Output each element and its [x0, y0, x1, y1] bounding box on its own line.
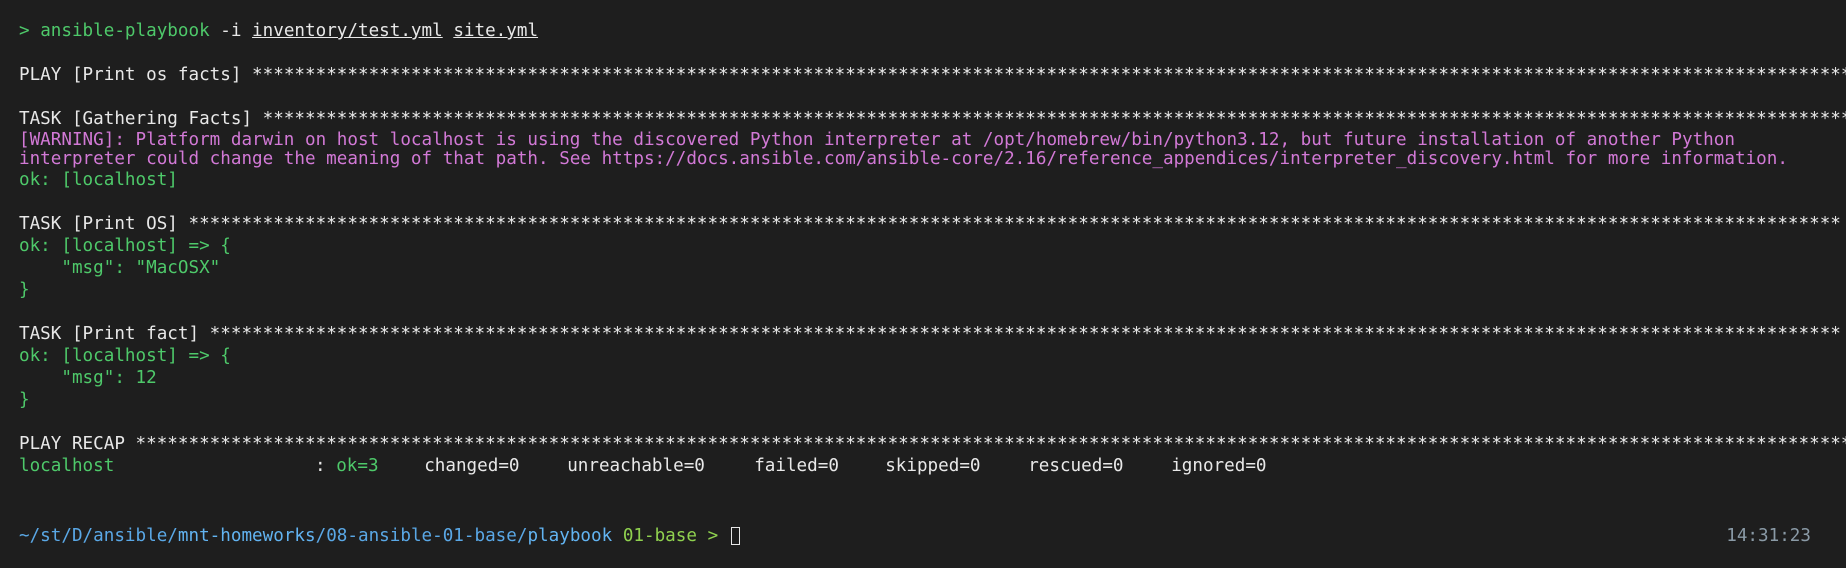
recap-host: localhost: [19, 456, 115, 476]
inventory-path[interactable]: inventory/test.yml: [252, 21, 443, 41]
task-result-line: "msg": 12: [19, 368, 157, 388]
git-branch: 01-base: [622, 526, 697, 546]
recap-skipped: skipped=0: [885, 456, 981, 476]
task-header-print-os: TASK [Print OS] ************************…: [19, 214, 1841, 234]
task-result-line: ok: [localhost] => {: [19, 346, 231, 366]
recap-failed: failed=0: [754, 456, 839, 476]
recap-row: localhost: ok=3 changed=0 unreachable=0 fai…: [19, 455, 1846, 477]
path-ansible: ansible/: [93, 526, 178, 546]
recap-ok: ok=3: [336, 456, 379, 476]
task-result-line: }: [19, 390, 30, 410]
task-header-print-fact: TASK [Print fact] **********************…: [19, 324, 1841, 344]
task-result-line: ok: [localhost] => {: [19, 236, 231, 256]
play-header: PLAY [Print os facts] ******************…: [19, 65, 1846, 85]
path-sep: /: [315, 526, 327, 546]
prompt-arrow: >: [707, 526, 719, 546]
task-header-gathering-facts: TASK [Gathering Facts] *****************…: [19, 109, 1846, 129]
path-dir: 08-ansible-01-base/: [326, 526, 528, 546]
prompt-symbol: >: [19, 21, 30, 41]
recap-separator: :: [315, 456, 337, 476]
task-result-line: }: [19, 280, 30, 300]
recap-header: PLAY RECAP *****************************…: [19, 434, 1846, 454]
prompt-clock: 14:31:23: [1726, 526, 1811, 546]
command-line: > ansible-playbook -i inventory/test.yml…: [19, 20, 1846, 42]
task-result-line: "msg": "MacOSX": [19, 258, 221, 278]
shell-prompt[interactable]: ~/st/D/ansible/mnt-homeworks/08-ansible-…: [19, 525, 740, 547]
recap-changed: changed=0: [424, 456, 520, 476]
task-result-gathering-facts: ok: [localhost]: [19, 170, 178, 190]
path-leaf: playbook: [527, 526, 613, 546]
command-program: ansible-playbook: [40, 21, 210, 41]
path-repo: mnt-homeworks: [177, 526, 316, 546]
text-cursor[interactable]: [730, 527, 740, 545]
path-home: ~/st/D/: [19, 526, 94, 546]
recap-rescued: rescued=0: [1028, 456, 1124, 476]
command-flag: -i: [220, 21, 242, 41]
playbook-path[interactable]: site.yml: [453, 21, 538, 41]
warning-message: [WARNING]: Platform darwin on host local…: [19, 130, 1788, 169]
recap-ignored: ignored=0: [1171, 456, 1267, 476]
terminal-window[interactable]: > ansible-playbook -i inventory/test.yml…: [0, 0, 1846, 568]
recap-unreachable: unreachable=0: [567, 456, 705, 476]
